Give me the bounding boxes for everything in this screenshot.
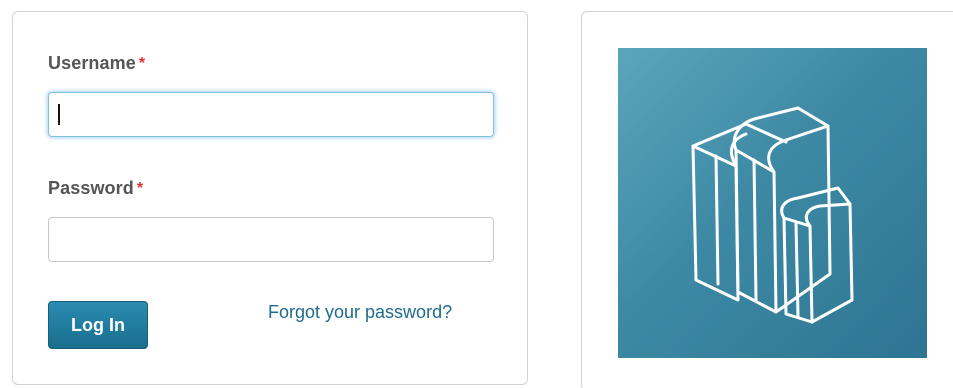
password-required-marker: * [136,180,144,197]
password-label-text: Password [48,178,134,198]
username-required-marker: * [138,55,146,72]
login-page: Username * Password * Log In Forgot your p… [0,0,953,388]
username-label-text: Username [48,53,136,73]
library-tile [618,48,927,358]
forgot-password-link[interactable]: Forgot your password? [268,302,452,323]
password-input[interactable] [48,217,494,262]
text-cursor [58,104,60,125]
books-icon [691,106,854,324]
username-label: Username * [48,53,145,74]
login-form-card: Username * Password * Log In Forgot your p… [12,11,528,385]
username-input[interactable] [48,92,494,137]
password-label: Password * [48,178,143,199]
login-button[interactable]: Log In [48,301,148,349]
illustration-card [581,11,953,388]
